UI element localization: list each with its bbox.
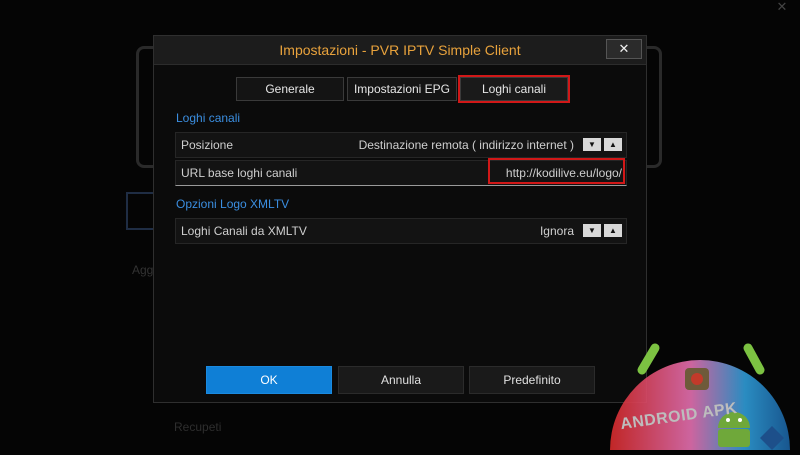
spinner-down-icon[interactable]: ▼ [583,138,601,151]
close-button[interactable]: ✕ [606,39,642,59]
section-title-opzioni-logo-xmltv: Opzioni Logo XMLTV [176,197,290,211]
setting-row-url-base[interactable]: URL base loghi canali http://kodilive.eu… [175,158,627,186]
setting-label: Loghi Canali da XMLTV [181,224,307,238]
section-title-loghi-canali: Loghi canali [176,111,241,125]
settings-dialog: Impostazioni - PVR IPTV Simple Client ✕ … [153,35,647,403]
android-apk-watermark: ANDROID APK [600,330,800,450]
setting-row-loghi-xmltv[interactable]: Loghi Canali da XMLTV Ignora ▼ ▲ [175,218,627,244]
dialog-header: Impostazioni - PVR IPTV Simple Client ✕ [154,36,646,65]
dialog-title: Impostazioni - PVR IPTV Simple Client [279,42,521,58]
cancel-button[interactable]: Annulla [338,366,464,394]
tab-generale[interactable]: Generale [236,77,344,101]
spinner-down-icon[interactable]: ▼ [583,224,601,237]
setting-label: URL base loghi canali [181,166,298,180]
spinner-up-icon[interactable]: ▲ [604,138,622,151]
ok-button[interactable]: OK [206,366,332,394]
setting-label: Posizione [181,138,234,152]
setting-row-posizione[interactable]: Posizione Destinazione remota ( indirizz… [175,132,627,158]
setting-value: Destinazione remota ( indirizzo internet… [358,138,574,152]
close-icon: ✕ [618,41,630,56]
default-button[interactable]: Predefinito [469,366,595,394]
url-highlight-box [488,158,625,184]
tab-impostazioni-epg[interactable]: Impostazioni EPG [347,77,457,101]
background-close-icon: ✕ [776,0,788,14]
setting-value: Ignora [539,224,574,238]
background-text: Agg [132,263,154,277]
tab-loghi-canali[interactable]: Loghi canali [458,75,570,103]
spinner-up-icon[interactable]: ▲ [604,224,622,237]
background-bottom-text: Recupeti [174,420,222,434]
